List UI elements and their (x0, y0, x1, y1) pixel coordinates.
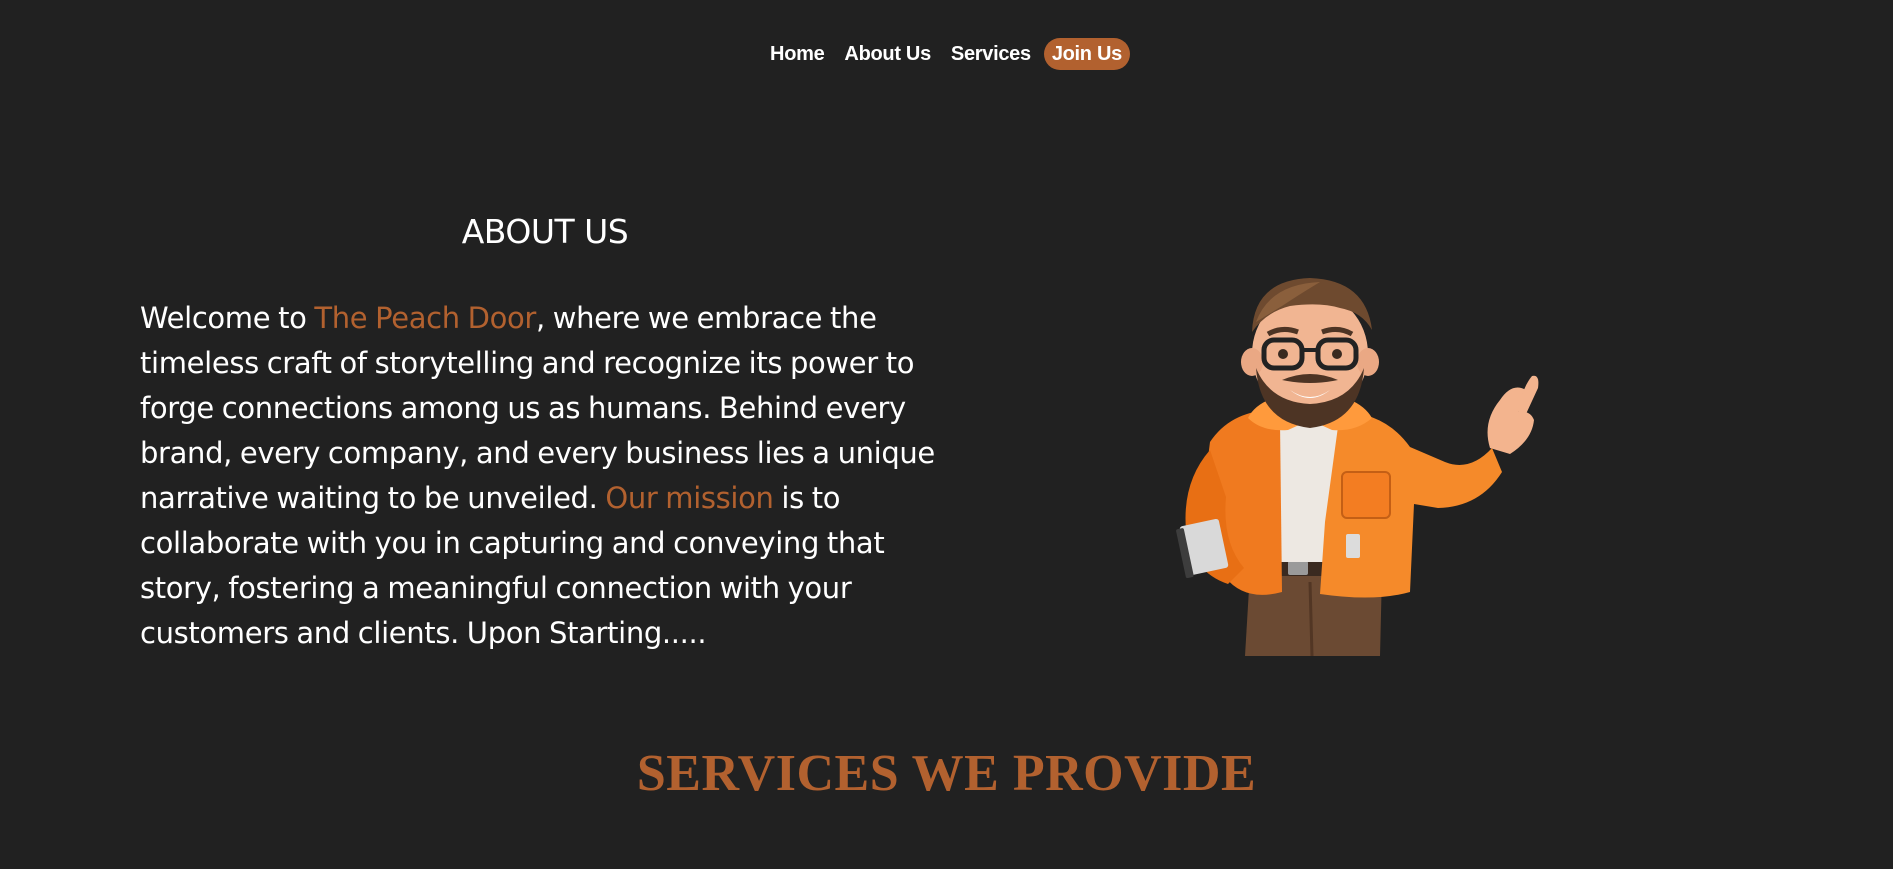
mission-highlight: Our mission (605, 481, 774, 515)
nav-link-home[interactable]: Home (763, 38, 831, 70)
about-text-intro: Welcome to (140, 301, 315, 335)
cartoon-character-illustration (1176, 278, 1539, 656)
brand-name-highlight: The Peach Door (314, 301, 536, 335)
services-heading: SERVICES WE PROVIDE (636, 745, 1257, 802)
about-us-heading: ABOUT US (461, 212, 629, 251)
nav-link-join-us[interactable]: Join Us (1043, 38, 1130, 70)
top-navigation: Home About Us Services Join Us (0, 38, 1893, 70)
about-us-paragraph: Welcome to The Peach Door, where we embr… (140, 296, 952, 656)
nav-link-services[interactable]: Services (944, 38, 1038, 70)
nav-link-about-us[interactable]: About Us (837, 38, 937, 70)
